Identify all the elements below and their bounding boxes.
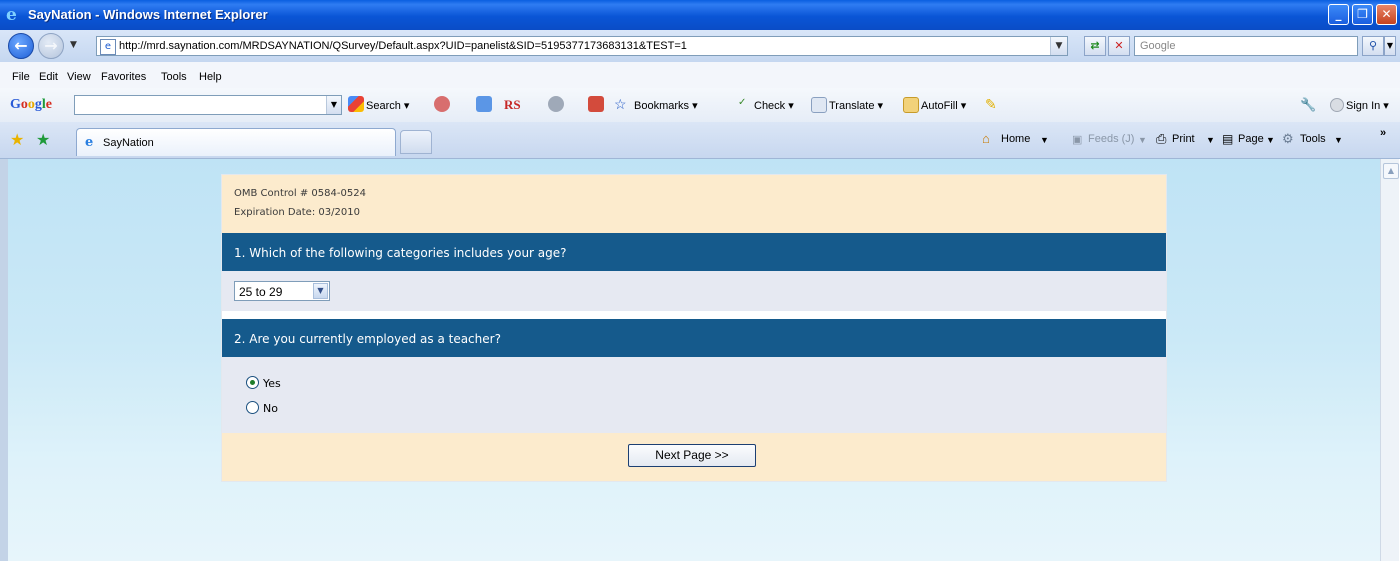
signin-button[interactable]: Sign In ▾: [1346, 99, 1389, 112]
google-search-dropdown-icon[interactable]: ▼: [326, 96, 341, 114]
print-icon[interactable]: ⎙: [1156, 131, 1166, 147]
question-1-bar: 1. Which of the following categories inc…: [222, 233, 1166, 271]
gmail-icon[interactable]: [588, 96, 604, 112]
age-select[interactable]: 25 to 29 ▼: [234, 281, 330, 301]
home-icon[interactable]: ⌂: [982, 131, 990, 146]
scroll-up-icon[interactable]: ▲: [1383, 163, 1399, 179]
search-options-dropdown-icon[interactable]: ▼: [1384, 36, 1396, 56]
next-page-button[interactable]: Next Page >>: [628, 444, 756, 467]
spellcheck-icon[interactable]: ✓: [738, 97, 746, 108]
radio-no[interactable]: [246, 401, 259, 414]
search-button[interactable]: ⚲: [1362, 36, 1384, 56]
menu-bar: File Edit View Favorites Tools Help: [0, 62, 1400, 89]
recent-pages-dropdown-icon[interactable]: ▼: [70, 40, 77, 50]
age-select-dropdown-icon[interactable]: ▼: [313, 283, 328, 299]
ie-page-icon: e: [85, 135, 94, 150]
question-2-bar: 2. Are you currently employed as a teach…: [222, 319, 1166, 357]
page-dropdown-icon[interactable]: ▼: [1266, 135, 1275, 145]
url-text[interactable]: http://mrd.saynation.com/MRDSAYNATION/QS…: [119, 40, 687, 52]
radio-yes[interactable]: [246, 376, 259, 389]
address-toolbar: ← → ▼ e http://mrd.saynation.com/MRDSAYN…: [0, 30, 1400, 63]
translate-icon[interactable]: [811, 97, 827, 113]
menu-file[interactable]: File: [12, 71, 30, 83]
more-commands-button[interactable]: »: [1380, 127, 1386, 139]
ie-logo-icon: e: [6, 5, 17, 25]
menu-tools[interactable]: Tools: [161, 71, 187, 83]
radio-no-label[interactable]: No: [263, 402, 278, 415]
bookmarks-star-icon[interactable]: ☆: [614, 96, 627, 113]
page-icon-menu[interactable]: ▤: [1222, 132, 1233, 146]
page-menu-button[interactable]: Page: [1238, 133, 1264, 145]
question-2-answer-area: Yes No: [222, 357, 1166, 433]
question-1-answer-area: 25 to 29 ▼: [222, 271, 1166, 311]
highlight-icon[interactable]: ✎: [985, 96, 997, 113]
restore-button[interactable]: ❐: [1352, 4, 1373, 25]
autofill-icon[interactable]: [903, 97, 919, 113]
question-1-text: 1. Which of the following categories inc…: [234, 246, 567, 260]
refresh-button[interactable]: ⇄: [1084, 36, 1106, 56]
feeds-button: Feeds (J): [1088, 133, 1135, 145]
age-select-value: 25 to 29: [239, 285, 283, 299]
autofill-button[interactable]: AutoFill ▾: [921, 99, 966, 112]
radio-yes-label[interactable]: Yes: [263, 377, 281, 390]
page-icon: e: [100, 39, 116, 55]
print-button[interactable]: Print: [1172, 133, 1195, 145]
tools-gear-icon[interactable]: ⚙: [1282, 131, 1294, 147]
window-left-border: [0, 159, 8, 561]
question-2-text: 2. Are you currently employed as a teach…: [234, 332, 501, 346]
omb-control-number: OMB Control # 0584-0524: [234, 188, 366, 199]
translate-button[interactable]: Translate ▾: [829, 99, 883, 112]
survey-form: OMB Control # 0584-0524 Expiration Date:…: [221, 174, 1167, 482]
google-logo: Google: [10, 97, 52, 112]
home-button[interactable]: Home: [1001, 133, 1030, 145]
print-dropdown-icon[interactable]: ▼: [1206, 135, 1215, 145]
signin-icon[interactable]: [1330, 98, 1344, 112]
pagerank-icon[interactable]: [434, 96, 450, 112]
plus-icon[interactable]: [476, 96, 492, 112]
back-button[interactable]: ←: [8, 33, 34, 59]
google-search-input[interactable]: ▼: [74, 95, 342, 115]
search-input[interactable]: Google: [1134, 36, 1358, 56]
menu-favorites[interactable]: Favorites: [101, 71, 146, 83]
expiration-date: Expiration Date: 03/2010: [234, 207, 360, 218]
forward-button[interactable]: →: [38, 33, 64, 59]
add-favorites-icon[interactable]: ★: [36, 130, 50, 149]
minimize-button[interactable]: _: [1328, 4, 1349, 25]
new-tab-button[interactable]: [400, 130, 432, 154]
tools-dropdown-icon[interactable]: ▼: [1334, 135, 1343, 145]
window-title: SayNation - Windows Internet Explorer: [28, 7, 268, 22]
stop-button[interactable]: ✕: [1108, 36, 1130, 56]
bookmarks-button[interactable]: Bookmarks ▾: [634, 99, 698, 112]
menu-view[interactable]: View: [67, 71, 91, 83]
feeds-dropdown-icon: ▼: [1138, 135, 1147, 145]
search-placeholder: Google: [1140, 40, 1176, 52]
google-search-button[interactable]: Search ▾: [366, 99, 409, 112]
menu-help[interactable]: Help: [199, 71, 222, 83]
share-icon[interactable]: [548, 96, 564, 112]
tab-bar: ★ ★ e SayNation ⌂ Home ▼ ▣ Feeds (J) ▼ ⎙…: [0, 122, 1400, 159]
rs-button[interactable]: RS: [504, 97, 521, 113]
close-button[interactable]: ✕: [1376, 4, 1397, 25]
address-field[interactable]: e http://mrd.saynation.com/MRDSAYNATION/…: [96, 36, 1068, 56]
survey-footer: Next Page >>: [222, 433, 1166, 481]
google-toolbar: Google ▼ Search ▾ RS ☆ Bookmarks ▾ ✓ Che…: [0, 88, 1400, 123]
favorites-center-icon[interactable]: ★: [10, 130, 24, 149]
feeds-icon: ▣: [1072, 134, 1083, 146]
tab-saynation[interactable]: e SayNation: [76, 128, 396, 156]
tab-label: SayNation: [103, 137, 154, 149]
menu-edit[interactable]: Edit: [39, 71, 58, 83]
settings-wrench-icon[interactable]: 🔧: [1300, 97, 1316, 113]
vertical-scrollbar[interactable]: ▲: [1380, 159, 1399, 561]
tools-menu-button[interactable]: Tools: [1300, 133, 1326, 145]
google-search-icon[interactable]: [348, 96, 364, 112]
home-dropdown-icon[interactable]: ▼: [1040, 135, 1049, 145]
survey-header: OMB Control # 0584-0524 Expiration Date:…: [222, 175, 1166, 233]
address-dropdown-icon[interactable]: ▼: [1050, 37, 1067, 55]
window-titlebar: e SayNation - Windows Internet Explorer …: [0, 0, 1400, 30]
check-button[interactable]: Check ▾: [754, 99, 794, 112]
